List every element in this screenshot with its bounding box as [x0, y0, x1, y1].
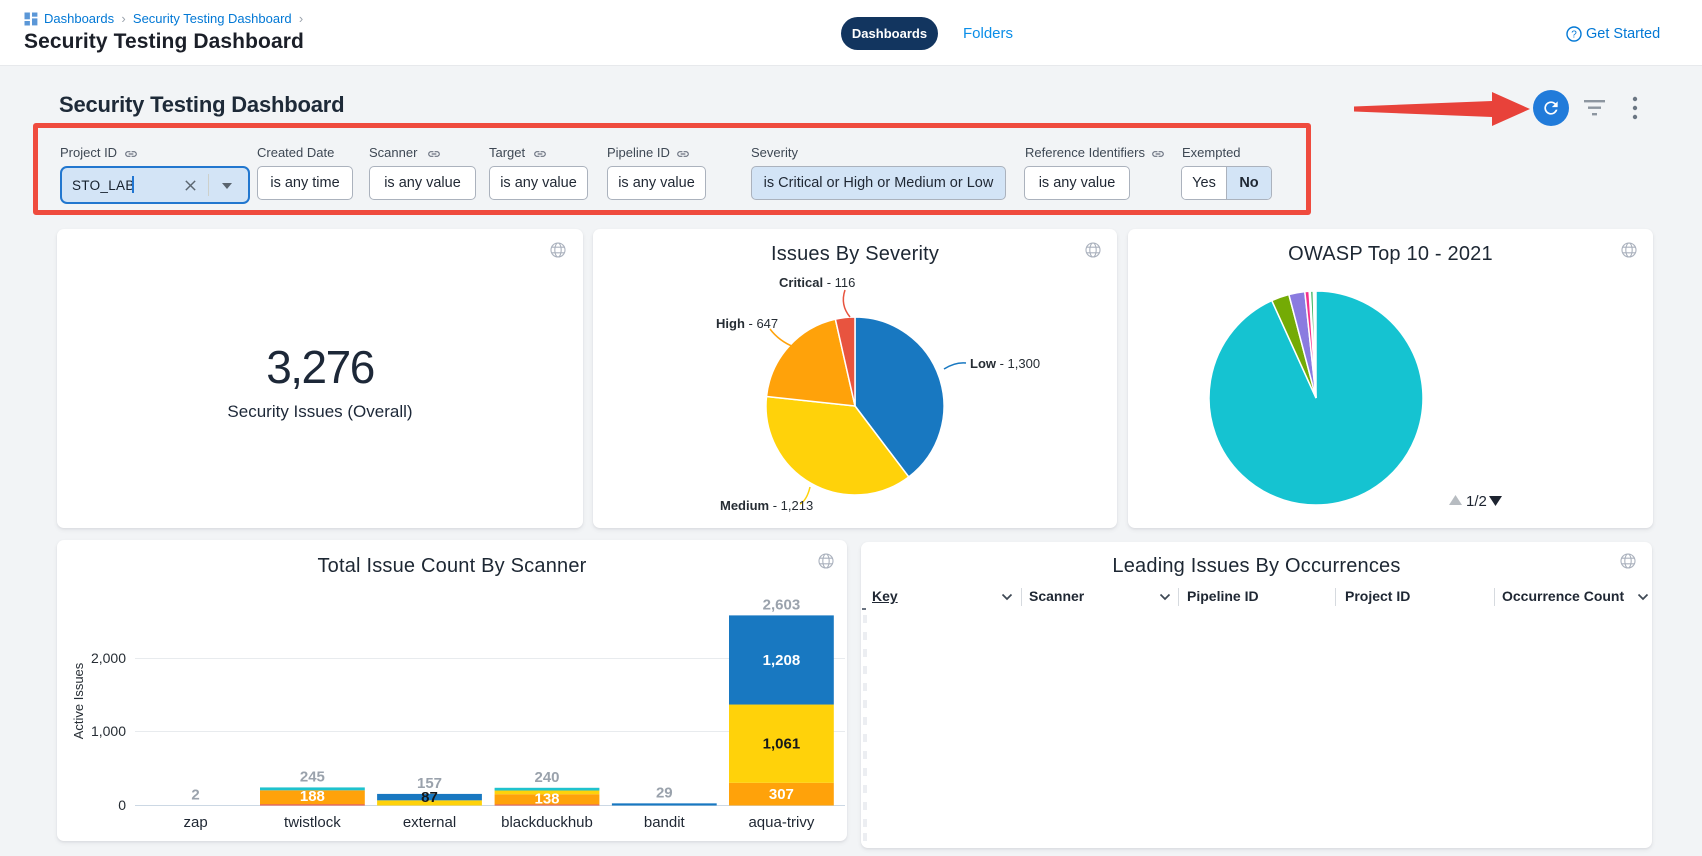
svg-text:Critical - 116: Critical - 116	[779, 275, 855, 290]
svg-text:1,208: 1,208	[763, 652, 801, 669]
svg-text:2: 2	[191, 786, 199, 803]
svg-text:external: external	[403, 814, 456, 831]
svg-text:?: ?	[1571, 30, 1577, 41]
svg-text:2,603: 2,603	[763, 596, 801, 613]
svg-text:Medium - 1,213: Medium - 1,213	[720, 498, 813, 513]
svg-text:aqua-trivy: aqua-trivy	[748, 814, 814, 831]
svg-text:1,061: 1,061	[763, 736, 801, 753]
svg-text:240: 240	[534, 769, 559, 786]
svg-text:1,000: 1,000	[91, 723, 126, 739]
svg-text:2,000: 2,000	[91, 650, 126, 666]
svg-text:zap: zap	[184, 814, 208, 831]
svg-text:307: 307	[769, 786, 794, 803]
svg-text:bandit: bandit	[644, 814, 686, 831]
svg-text:29: 29	[656, 784, 673, 801]
svg-text:138: 138	[534, 790, 559, 807]
svg-text:87: 87	[421, 789, 438, 806]
svg-text:Low - 1,300: Low - 1,300	[970, 356, 1040, 371]
svg-text:blackduckhub: blackduckhub	[501, 814, 593, 831]
svg-text:188: 188	[300, 788, 325, 805]
svg-text:High - 647: High - 647	[716, 316, 778, 331]
svg-text:245: 245	[300, 768, 325, 785]
svg-text:1/2: 1/2	[1466, 493, 1487, 510]
svg-text:0: 0	[118, 797, 126, 813]
svg-text:twistlock: twistlock	[284, 814, 341, 831]
svg-text:Active Issues: Active Issues	[71, 662, 86, 739]
